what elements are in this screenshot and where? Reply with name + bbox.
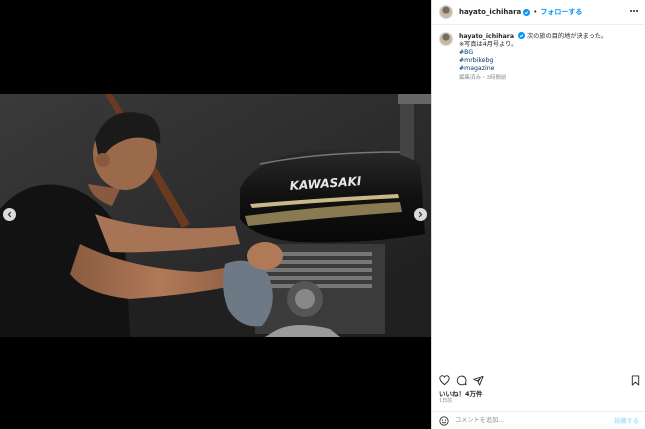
hashtag-link[interactable]: #mrbikebg (459, 57, 607, 65)
follow-button[interactable]: フォローする (540, 7, 582, 17)
comment-button[interactable] (456, 371, 467, 386)
post-comment-button[interactable]: 投稿する (614, 416, 639, 425)
emoji-icon[interactable] (439, 415, 449, 426)
comment-bar: 投稿する (432, 411, 645, 429)
bookmark-button[interactable] (630, 371, 641, 386)
post-header: hayato_ichihara • フォローする (432, 0, 645, 25)
caption-meta: 編集済み・3時間前 (459, 75, 507, 81)
photo-illustration: KAWASAKI (0, 94, 431, 337)
hashtag-link[interactable]: #magazine (459, 65, 607, 73)
bookmark-icon (631, 375, 640, 386)
share-icon (473, 375, 484, 386)
more-horizontal-icon[interactable] (630, 8, 640, 14)
caption-text-line2: ※写真は4月号より。 (459, 41, 518, 48)
chevron-right-icon (418, 211, 423, 218)
avatar[interactable] (439, 5, 453, 19)
post-sidebar: hayato_ichihara • フォローする hayato_ichihara… (431, 0, 645, 429)
verified-badge-icon (523, 8, 531, 16)
comment-input[interactable] (455, 417, 605, 424)
caption-username[interactable]: hayato_ichihara (459, 33, 514, 40)
caption-avatar[interactable] (439, 32, 453, 46)
username-link[interactable]: hayato_ichihara (459, 8, 521, 16)
verified-badge-icon (518, 32, 525, 39)
post-photo[interactable]: KAWASAKI (0, 94, 431, 337)
post-timestamp[interactable]: 1日前 (439, 397, 452, 404)
chevron-left-icon (7, 211, 12, 218)
heart-icon (439, 375, 450, 386)
hashtag-link[interactable]: #BG (459, 49, 607, 57)
comment-icon (456, 375, 467, 386)
like-button[interactable] (439, 371, 450, 386)
caption: hayato_ichihara 次の旅の目的地が決まった。 ※写真は4月号より。… (439, 32, 639, 82)
caption-body: hayato_ichihara 次の旅の目的地が決まった。 ※写真は4月号より。… (459, 32, 607, 82)
previous-photo-button[interactable] (3, 208, 16, 221)
caption-text-line1: 次の旅の目的地が決まった。 (526, 33, 608, 40)
media-pane: KAWASAKI (0, 0, 431, 429)
share-button[interactable] (473, 371, 484, 386)
action-bar (439, 371, 641, 386)
separator-dot: • (533, 8, 538, 16)
next-photo-button[interactable] (414, 208, 427, 221)
